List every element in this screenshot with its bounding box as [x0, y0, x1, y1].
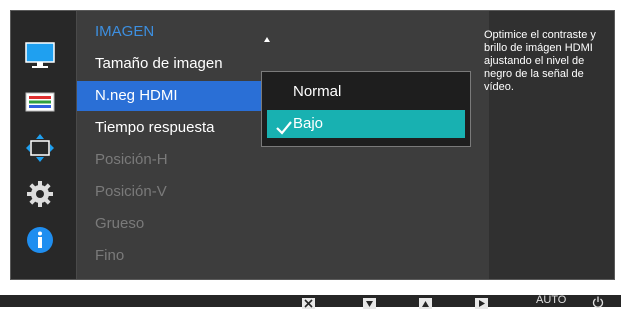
option-label: Bajo — [293, 115, 324, 132]
menu-item-grueso: Grueso — [95, 215, 145, 232]
option-bajo[interactable]: Bajo — [267, 110, 465, 138]
submenu-popup: Normal Bajo — [261, 71, 471, 147]
menu-item-posicion-v: Posición-V — [95, 183, 167, 200]
gear-icon[interactable] — [25, 179, 55, 209]
osd-menu: IMAGEN Tamaño de imagen N.neg HDMI Tiemp… — [10, 10, 615, 280]
monitor-icon[interactable] — [25, 41, 55, 71]
option-label: Normal — [293, 83, 342, 100]
menu-item-tamano-de-imagen[interactable]: Tamaño de imagen — [77, 49, 265, 79]
menu-item-n-neg-hdmi[interactable]: N.neg HDMI — [77, 81, 265, 111]
up-icon[interactable] — [419, 296, 432, 309]
power-icon[interactable] — [592, 295, 604, 308]
option-normal[interactable]: Normal — [267, 78, 465, 106]
menu-title: IMAGEN — [95, 23, 155, 40]
menu-item-tiempo-respuesta[interactable]: Tiempo respuesta — [77, 113, 265, 143]
close-icon[interactable] — [302, 296, 315, 309]
scroll-up-icon — [264, 37, 270, 42]
down-icon[interactable] — [363, 296, 376, 309]
checkmark-icon — [276, 117, 292, 135]
auto-button[interactable]: AUTO — [536, 294, 566, 307]
sidebar — [11, 11, 76, 279]
help-text: Optimice el contraste y brillo de imágen… — [484, 29, 596, 93]
info-icon[interactable] — [25, 225, 55, 255]
color-bars-icon[interactable] — [25, 87, 55, 117]
menu-item-fino: Fino — [95, 247, 125, 264]
size-position-icon[interactable] — [25, 133, 55, 163]
menu-item-posicion-h: Posición-H — [95, 151, 168, 168]
bottom-button-bar: AUTO — [0, 294, 621, 309]
enter-icon[interactable] — [475, 296, 488, 309]
